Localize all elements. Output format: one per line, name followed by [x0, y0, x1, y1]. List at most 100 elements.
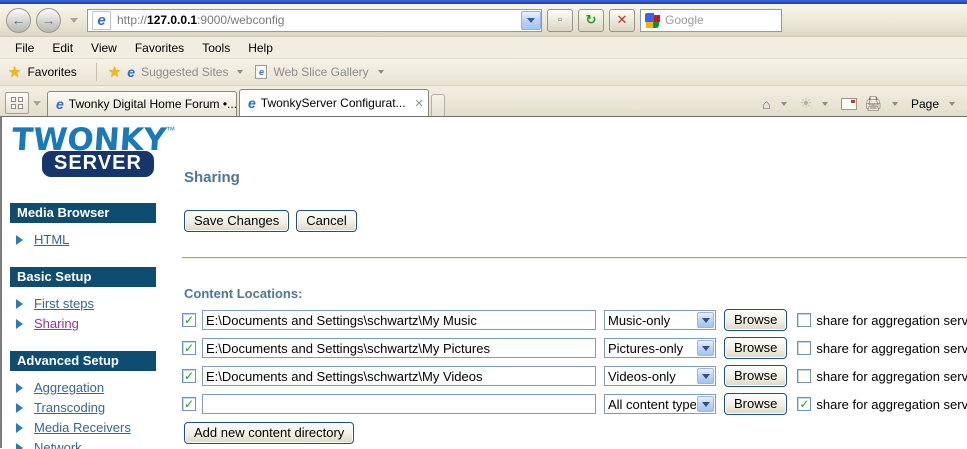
- content-type-value: All content types: [605, 397, 696, 412]
- browse-button[interactable]: Browse: [724, 337, 787, 359]
- site-favicon-icon: e: [92, 11, 111, 30]
- stop-button[interactable]: ✕: [609, 9, 635, 32]
- chevron-down-icon[interactable]: [378, 70, 384, 74]
- menu-file[interactable]: File: [6, 38, 43, 58]
- content-type-value: Music-only: [605, 313, 696, 328]
- close-tab-icon[interactable]: ✕: [415, 97, 424, 110]
- sidebar-link-label[interactable]: Network: [34, 440, 82, 449]
- enable-directory-checkbox[interactable]: [182, 369, 196, 383]
- quick-tabs-button[interactable]: [5, 92, 29, 114]
- tab-twonkyserver-config[interactable]: e TwonkyServer Configurat... ✕: [239, 89, 429, 116]
- arrow-right-icon: [16, 319, 23, 329]
- sidebar-links: First steps Sharing: [16, 296, 178, 331]
- sidebar-item-network[interactable]: Network: [16, 440, 178, 449]
- favorites-button[interactable]: Favorites: [27, 65, 76, 79]
- sidebar-links: Aggregation Transcoding Media Receivers …: [16, 380, 178, 449]
- menu-edit[interactable]: Edit: [43, 38, 82, 58]
- forward-button[interactable]: →: [36, 8, 61, 33]
- menu-help[interactable]: Help: [239, 38, 282, 58]
- menu-view[interactable]: View: [82, 38, 126, 58]
- favorites-star-icon: ★: [8, 63, 21, 81]
- compatibility-view-button[interactable]: ▫: [547, 9, 573, 32]
- arrow-right-icon: [16, 423, 23, 433]
- directory-path-input[interactable]: [202, 394, 596, 414]
- content-type-value: Pictures-only: [605, 341, 696, 356]
- sidebar-item-media-receivers[interactable]: Media Receivers: [16, 420, 178, 435]
- tab-twonky-forum[interactable]: e Twonky Digital Home Forum •...: [47, 91, 237, 116]
- navigation-toolbar: ← → e http://127.0.0.1:9000/webconfig ▫ …: [0, 4, 967, 37]
- web-slice-gallery-button[interactable]: Web Slice Gallery: [273, 65, 368, 79]
- cancel-button[interactable]: Cancel: [296, 210, 356, 232]
- directory-path-input[interactable]: [202, 310, 596, 330]
- sidebar-item-first-steps[interactable]: First steps: [16, 296, 178, 311]
- tab-label: Twonky Digital Home Forum •...: [69, 97, 237, 111]
- tab-bar: e Twonky Digital Home Forum •... e Twonk…: [0, 86, 967, 116]
- address-bar[interactable]: e http://127.0.0.1:9000/webconfig: [87, 9, 542, 32]
- address-dropdown-button[interactable]: [521, 11, 541, 30]
- content-type-select[interactable]: Music-only: [604, 310, 716, 330]
- content-type-select[interactable]: All content types: [604, 394, 716, 414]
- share-aggregation-checkbox[interactable]: [797, 341, 811, 355]
- sidebar-item-html[interactable]: HTML: [16, 232, 178, 247]
- content-type-select[interactable]: Pictures-only: [604, 338, 716, 358]
- add-favorite-icon[interactable]: ★: [108, 63, 121, 81]
- browse-button[interactable]: Browse: [724, 309, 787, 331]
- back-button[interactable]: ←: [6, 8, 31, 33]
- chevron-down-icon[interactable]: [781, 102, 787, 106]
- divider: [96, 63, 97, 81]
- chevron-down-icon[interactable]: [697, 312, 714, 328]
- home-icon[interactable]: ⌂: [762, 96, 770, 112]
- browse-button[interactable]: Browse: [724, 393, 787, 415]
- new-tab-stub[interactable]: [431, 94, 445, 116]
- ie-icon: e: [248, 95, 256, 111]
- sidebar-section-basic-setup: Basic Setup: [10, 267, 156, 287]
- refresh-button[interactable]: ↻: [578, 9, 604, 32]
- menu-tools[interactable]: Tools: [193, 38, 239, 58]
- chevron-down-icon[interactable]: [237, 70, 243, 74]
- sidebar-section-media-browser: Media Browser: [10, 203, 156, 223]
- chevron-down-icon[interactable]: [697, 396, 714, 412]
- sidebar-item-transcoding[interactable]: Transcoding: [16, 400, 178, 415]
- enable-directory-checkbox[interactable]: [182, 397, 196, 411]
- tab-list-dropdown[interactable]: [30, 92, 44, 114]
- share-aggregation-checkbox[interactable]: [797, 369, 811, 383]
- chevron-down-icon[interactable]: [892, 102, 898, 106]
- chevron-down-icon[interactable]: [822, 102, 828, 106]
- url-text[interactable]: http://127.0.0.1:9000/webconfig: [117, 13, 284, 27]
- directory-path-input[interactable]: [202, 338, 596, 358]
- enable-directory-checkbox[interactable]: [182, 313, 196, 327]
- sidebar-link-label[interactable]: First steps: [34, 296, 94, 311]
- mail-icon[interactable]: [841, 98, 857, 110]
- recent-pages-dropdown-icon[interactable]: [70, 18, 78, 23]
- chevron-down-icon[interactable]: [949, 102, 955, 106]
- sidebar-item-aggregation[interactable]: Aggregation: [16, 380, 178, 395]
- share-aggregation-checkbox[interactable]: [797, 397, 811, 411]
- suggested-sites-button[interactable]: Suggested Sites: [141, 65, 228, 79]
- save-changes-button[interactable]: Save Changes: [184, 210, 289, 232]
- quick-tabs-icon: [11, 97, 23, 109]
- directory-path-input[interactable]: [202, 366, 596, 386]
- sidebar-link-label[interactable]: Sharing: [34, 316, 79, 331]
- tab-label: TwonkyServer Configurat...: [261, 96, 406, 110]
- print-icon[interactable]: 🖨: [864, 95, 882, 112]
- add-content-directory-button[interactable]: Add new content directory: [184, 422, 354, 444]
- browse-button[interactable]: Browse: [724, 365, 787, 387]
- sidebar-link-label[interactable]: Media Receivers: [34, 420, 131, 435]
- sidebar-link-label[interactable]: Aggregation: [34, 380, 104, 395]
- feeds-icon[interactable]: ☀: [800, 95, 813, 112]
- page-menu-button[interactable]: Page: [911, 97, 939, 111]
- menu-favorites[interactable]: Favorites: [126, 38, 193, 58]
- sidebar-item-sharing[interactable]: Sharing: [16, 316, 178, 331]
- sidebar-link-label[interactable]: Transcoding: [34, 400, 105, 415]
- google-logo-icon: [645, 13, 660, 28]
- chevron-down-icon[interactable]: [697, 368, 714, 384]
- sidebar-link-label[interactable]: HTML: [34, 232, 69, 247]
- share-aggregation-checkbox[interactable]: [797, 313, 811, 327]
- chevron-down-icon[interactable]: [697, 340, 714, 356]
- content-type-select[interactable]: Videos-only: [604, 366, 716, 386]
- twonky-logo: TWONKY™ SERVER: [12, 125, 178, 177]
- arrow-right-icon: [16, 299, 23, 309]
- enable-directory-checkbox[interactable]: [182, 341, 196, 355]
- search-box[interactable]: Google: [640, 9, 782, 32]
- main-content: Sharing Save Changes Cancel Content Loca…: [178, 117, 967, 448]
